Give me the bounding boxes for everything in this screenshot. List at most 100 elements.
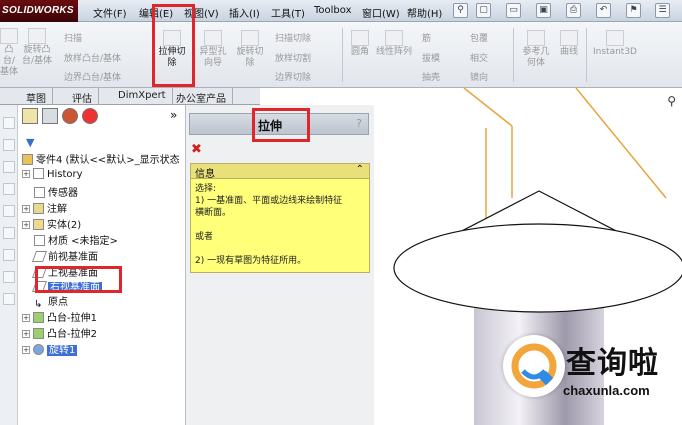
tree-item-boss-extrude1[interactable]: + 凸台-拉伸1: [22, 309, 97, 324]
tool-icon[interactable]: [3, 205, 15, 217]
watermark-url: chaxunla.com: [563, 383, 650, 398]
menu-tools[interactable]: 工具(T): [271, 5, 305, 20]
swept-cut-button[interactable]: 扫描切除: [275, 31, 311, 44]
loft-boss-button[interactable]: 放样凸台/基体: [64, 51, 121, 64]
zoom-icon[interactable]: ⚲: [667, 94, 676, 108]
rebuild-icon[interactable]: ⚑: [626, 3, 641, 18]
extruded-cut-highlight: [152, 4, 195, 87]
tree-item-history[interactable]: + History: [22, 168, 83, 182]
configuration-manager-icon[interactable]: [62, 108, 78, 124]
tool-icon[interactable]: [3, 117, 15, 129]
undo-icon[interactable]: ↶: [596, 3, 611, 18]
expand-icon[interactable]: +: [22, 314, 30, 322]
help-icon[interactable]: ?: [356, 117, 362, 130]
tree-item-boss-extrude2[interactable]: + 凸台-拉伸2: [22, 325, 97, 340]
revolved-cut-button[interactable]: 旋转切除: [233, 30, 267, 69]
watermark-logo-icon: [511, 343, 557, 389]
tree-item-front-plane[interactable]: 前视基准面: [31, 248, 98, 263]
tool-icon[interactable]: [3, 227, 15, 239]
tool-icon[interactable]: [3, 183, 15, 195]
tree-part-root[interactable]: 零件4 (默认<<默认>_显示状态: [22, 151, 180, 166]
property-manager: 拉伸 ? ✖ 信息 ⌃ 选择: 1) 一基准面、平面或边线来绘制特征 横断面。 或…: [186, 105, 374, 425]
revolved-cut-icon: [241, 30, 259, 46]
options-icon[interactable]: ☰: [655, 3, 670, 18]
menu-help[interactable]: 帮助(H): [407, 5, 442, 20]
expand-icon[interactable]: +: [22, 221, 30, 229]
open-icon[interactable]: ▭: [506, 3, 521, 18]
boundary-cut-button[interactable]: 边界切除: [275, 70, 311, 83]
display-manager-icon[interactable]: [82, 108, 98, 124]
hole-wizard-icon: [204, 30, 222, 46]
rib-button[interactable]: 筋: [422, 31, 431, 44]
annotation-icon: [33, 203, 44, 214]
intersect-button[interactable]: 相交: [470, 51, 488, 64]
fillet-icon: [351, 30, 369, 46]
tree-item-sensors[interactable]: 传感器: [34, 184, 78, 199]
tab-sketch[interactable]: 草图: [20, 88, 53, 105]
linear-pattern-button[interactable]: 线性阵列: [376, 30, 412, 58]
tab-office-products[interactable]: 办公室产品: [170, 88, 233, 105]
save-icon[interactable]: ▣: [536, 3, 551, 18]
property-manager-tab-icon[interactable]: [42, 108, 58, 124]
fillet-button[interactable]: 圆角: [348, 30, 372, 58]
ribbon-separator: [586, 28, 587, 82]
info-message-box: 信息 ⌃ 选择: 1) 一基准面、平面或边线来绘制特征 横断面。 或者 2) 一现…: [190, 163, 370, 273]
instant3d-icon: [606, 30, 624, 46]
tool-icon[interactable]: [3, 249, 15, 261]
curves-button[interactable]: 曲线: [556, 30, 582, 58]
extrude-feature-icon: [33, 312, 44, 323]
reference-geometry-button[interactable]: 参考几何体: [519, 30, 553, 69]
new-document-icon[interactable]: ▢: [476, 3, 491, 18]
info-text: 选择: 1) 一基准面、平面或边线来绘制特征 横断面。 或者 2) 一现有草图为…: [195, 184, 343, 266]
menu-window[interactable]: 窗口(W): [362, 5, 400, 20]
pin-icon[interactable]: ⚲: [453, 3, 468, 18]
sweep-button[interactable]: 扫描: [64, 31, 82, 44]
cancel-icon[interactable]: ✖: [191, 142, 202, 157]
collapse-panel-icon[interactable]: »: [170, 108, 177, 122]
draft-button[interactable]: 拔模: [422, 51, 440, 64]
tree-item-origin[interactable]: ↳ 原点: [34, 293, 68, 310]
tree-item-revolve1[interactable]: + 旋转1: [22, 341, 78, 356]
print-icon[interactable]: ⎙: [566, 3, 581, 18]
tab-dimxpert[interactable]: DimXpert: [112, 88, 173, 105]
tree-item-solid-bodies[interactable]: + 实体(2): [22, 216, 81, 231]
tool-icon[interactable]: [3, 161, 15, 173]
menu-file[interactable]: 文件(F): [93, 5, 127, 20]
sensor-icon: [34, 187, 45, 198]
extrude-boss-icon: [0, 28, 18, 44]
tree-item-annotations[interactable]: + 注解: [22, 200, 67, 215]
revolve-boss-button[interactable]: 旋转凸台/基体: [19, 28, 55, 67]
watermark-text: 查询啦: [566, 346, 659, 381]
extrude-boss-button[interactable]: 凸台/基体: [0, 28, 18, 78]
filter-icon[interactable]: ▼: [26, 136, 34, 149]
reference-geometry-icon: [527, 30, 545, 46]
curves-icon: [560, 30, 578, 46]
revolve-boss-icon: [28, 28, 46, 44]
wrap-button[interactable]: 包覆: [470, 31, 488, 44]
expand-icon[interactable]: +: [22, 170, 30, 178]
shell-button[interactable]: 抽壳: [422, 70, 440, 83]
history-icon: [33, 168, 44, 179]
tree-item-material[interactable]: 材质 <未指定>: [34, 232, 118, 247]
mirror-button[interactable]: 镜向: [470, 70, 488, 83]
expand-icon[interactable]: +: [22, 330, 30, 338]
boundary-boss-button[interactable]: 边界凸台/基体: [64, 70, 121, 83]
tab-evaluate[interactable]: 评估: [66, 88, 99, 105]
expand-icon[interactable]: +: [22, 346, 30, 354]
tool-icon[interactable]: [3, 293, 15, 305]
tool-icon[interactable]: [3, 139, 15, 151]
left-toolbar-strip: [0, 105, 18, 425]
hole-wizard-button[interactable]: 异型孔向导: [196, 30, 230, 69]
menu-toolbox[interactable]: Toolbox: [314, 5, 352, 16]
info-header: 信息 ⌃: [191, 164, 369, 180]
tool-icon[interactable]: [3, 271, 15, 283]
lofted-cut-button[interactable]: 放样切割: [275, 51, 311, 64]
sketch-line: [463, 88, 513, 127]
instant3d-button[interactable]: Instant3D: [590, 30, 640, 58]
feature-manager-tab-icon[interactable]: [22, 108, 38, 124]
extrude-feature-icon: [33, 328, 44, 339]
expand-icon[interactable]: +: [22, 205, 30, 213]
menu-insert[interactable]: 插入(I): [229, 5, 260, 20]
material-icon: [34, 235, 45, 246]
collapse-icon[interactable]: ⌃: [356, 164, 364, 175]
